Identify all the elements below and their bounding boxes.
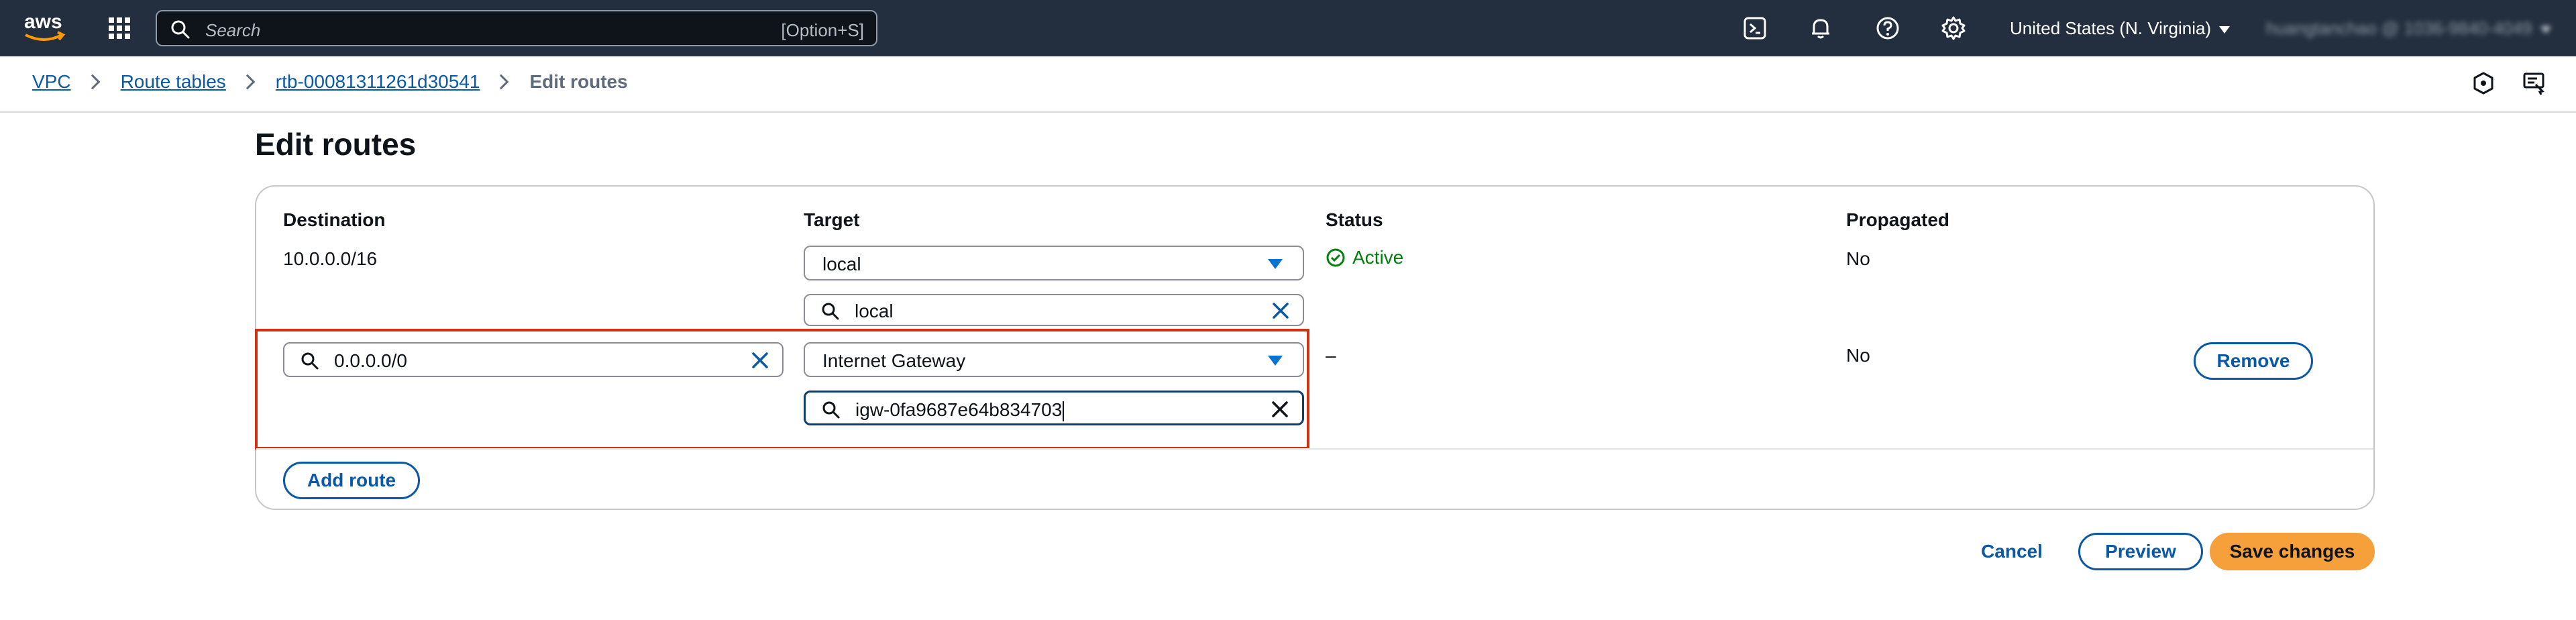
column-header-destination: Destination — [283, 209, 386, 230]
status-text: – — [1326, 345, 1336, 366]
propagated-value: No — [1846, 345, 1870, 366]
route-destination: 10.0.0.0/16 — [283, 248, 378, 269]
chevron-right-icon — [85, 74, 100, 90]
feedback-icon[interactable] — [2522, 71, 2546, 95]
status-text: Active — [1352, 247, 1404, 268]
region-selector[interactable]: United States (N. Virginia) — [2010, 18, 2231, 39]
clear-x-icon[interactable] — [1271, 301, 1291, 321]
chevron-right-icon — [239, 74, 256, 90]
aws-logo[interactable]: aws — [23, 8, 67, 48]
target-filter-input[interactable]: local — [804, 294, 1304, 326]
info-panel-icon[interactable] — [2471, 71, 2496, 95]
account-label: huangtanchao @ 1036-9840-4049 — [2266, 18, 2532, 38]
services-grid-icon[interactable] — [107, 16, 131, 40]
remove-route-button[interactable]: Remove — [2194, 342, 2313, 380]
breadcrumb-route-tables[interactable]: Route tables — [121, 71, 226, 93]
global-search-input[interactable]: Search [Option+S] — [156, 10, 877, 46]
column-header-status: Status — [1326, 209, 1383, 230]
region-caret-icon — [2219, 25, 2231, 34]
breadcrumb-current: Edit routes — [529, 71, 628, 92]
search-placeholder: Search — [205, 20, 261, 40]
preview-button[interactable]: Preview — [2078, 533, 2203, 570]
breadcrumb-route-table-id[interactable]: rtb-00081311261d30541 — [276, 71, 480, 93]
chevron-right-icon — [494, 74, 509, 90]
search-icon — [171, 20, 190, 39]
column-header-target: Target — [804, 209, 860, 230]
top-navigation: aws Search [Option+S] United States (N. … — [0, 0, 2576, 56]
breadcrumb-vpc[interactable]: VPC — [32, 71, 71, 93]
region-label: United States (N. Virginia) — [2010, 18, 2212, 38]
propagated-value: No — [1846, 248, 1870, 269]
search-shortcut: [Option+S] — [781, 20, 864, 40]
row-divider — [256, 448, 2373, 450]
column-header-propagated: Propagated — [1846, 209, 1950, 230]
settings-gear-icon[interactable] — [1940, 15, 1967, 42]
svg-text:aws: aws — [24, 11, 62, 33]
cloudshell-icon[interactable] — [1741, 15, 1768, 42]
breadcrumb: VPC Route tables rtb-00081311261d30541 E… — [32, 71, 628, 93]
check-circle-icon — [1326, 248, 1345, 267]
save-changes-button[interactable]: Save changes — [2210, 533, 2375, 570]
target-filter-value: local — [855, 301, 894, 321]
account-menu[interactable]: huangtanchao @ 1036-9840-4049 — [2266, 18, 2551, 39]
cancel-button[interactable]: Cancel — [1970, 533, 2054, 570]
help-icon[interactable] — [1874, 15, 1901, 42]
target-select[interactable]: local — [804, 246, 1304, 280]
notifications-bell-icon[interactable] — [1807, 15, 1834, 42]
caret-down-icon — [1268, 259, 1283, 269]
page-title: Edit routes — [255, 127, 417, 162]
selection-highlight — [255, 329, 1309, 450]
add-route-button[interactable]: Add route — [283, 462, 420, 499]
account-caret-icon — [2540, 25, 2551, 34]
status-badge: Active — [1326, 247, 1403, 268]
search-icon — [822, 303, 839, 320]
target-select-value: local — [822, 254, 861, 274]
